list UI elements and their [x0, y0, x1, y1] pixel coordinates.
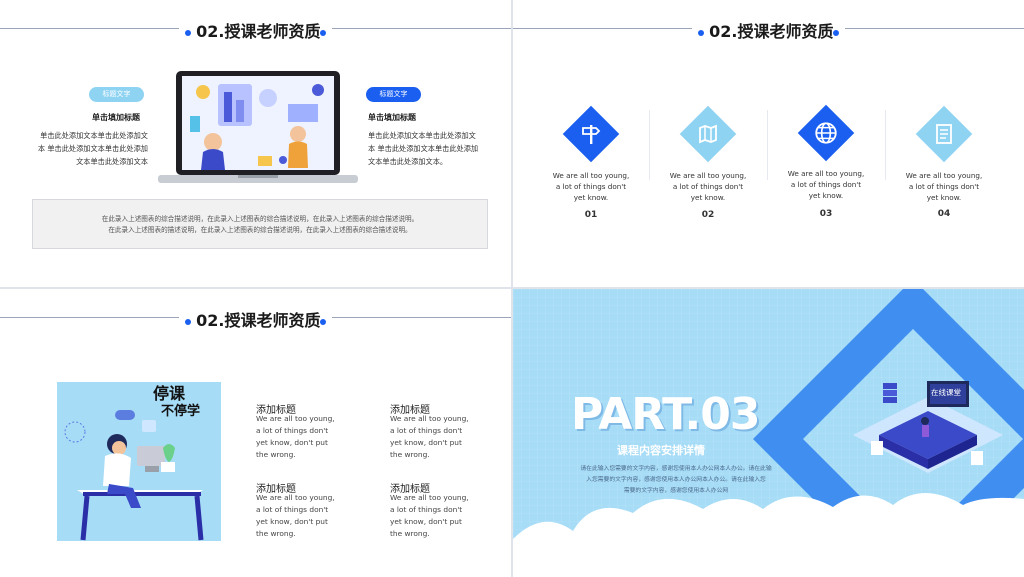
- right-body: 单击此处添加文本单击此处添加文 本 单击此处添加文本单击此处添加 文本单击此处添…: [368, 131, 479, 166]
- bullet-dot: [184, 29, 191, 36]
- feature-3-number: 03: [819, 209, 833, 219]
- caption-box: 在此录入上述图表的综合描述说明，在此录入上述图表的综合描述说明，在此录入上述图表…: [32, 199, 488, 249]
- teacher-illustration: 停课 不停学: [57, 382, 221, 541]
- document-icon: [924, 114, 964, 154]
- feature-1-number: 01: [584, 210, 598, 220]
- divider: [767, 110, 768, 180]
- left-title-pill: 标题文字: [89, 87, 144, 102]
- left-heading: 单击填加标题: [92, 113, 140, 122]
- slide-1[interactable]: 02.授课老师资质 标题文字 单击填加标题 单击此处添加文本单击此处添加文 本 …: [0, 0, 511, 287]
- map-icon: [688, 114, 728, 154]
- slide-2-header: 02.授课老师资质: [513, 18, 1024, 42]
- right-heading: 单击填加标题: [368, 113, 416, 122]
- feature-2-text: We are all too young, a lot of things do…: [669, 171, 747, 202]
- slide-1-header: 02.授课老师资质: [0, 18, 511, 42]
- slide-3-header: 02.授课老师资质: [0, 307, 511, 331]
- feature-3-text: We are all too young, a lot of things do…: [787, 169, 865, 200]
- bullet-dot: [697, 29, 704, 36]
- part-title: PART.03: [571, 389, 760, 440]
- left-body: 单击此处添加文本单击此处添加文 本 单击此处添加文本单击此处添加 文本单击此处添…: [37, 131, 148, 166]
- illustration-lettering: 停课 不停学: [153, 384, 201, 420]
- globe-icon: [806, 113, 846, 153]
- right-title-pill: 标题文字: [366, 87, 421, 102]
- slide-3[interactable]: 02.授课老师资质 停课 不停学 添加标题 We are all too you…: [0, 289, 511, 577]
- block-1-text: We are all too young, a lot of things don…: [256, 414, 335, 459]
- screen-label: 在线课堂: [931, 388, 961, 397]
- online-classroom-illustration: [853, 381, 1003, 473]
- divider: [649, 110, 650, 180]
- slide-grid: 02.授课老师资质 标题文字 单击填加标题 单击此处添加文本单击此处添加文 本 …: [0, 0, 1024, 577]
- divider: [885, 110, 886, 180]
- feature-4-text: We are all too young, a lot of things do…: [905, 171, 983, 202]
- block-4-text: We are all too young, a lot of things don…: [390, 493, 469, 538]
- slide-2-title: 02.授课老师资质: [709, 22, 834, 41]
- bullet-dot: [320, 318, 327, 325]
- part-subtitle: 课程内容安排详情: [617, 444, 705, 457]
- part-description: 请在此输入您需要的文字内容，感谢您使用本人办公网本人办公。请在此输 入您需要的文…: [580, 466, 772, 494]
- feature-1-text: We are all too young, a lot of things do…: [552, 171, 630, 202]
- caption-text: 在此录入上述图表的综合描述说明，在此录入上述图表的综合描述说明，在此录入上述图表…: [101, 215, 419, 234]
- slide-2[interactable]: 02.授课老师资质 We are all too young, a lot of…: [513, 0, 1024, 287]
- bullet-dot: [184, 318, 191, 325]
- laptop-illustration: [158, 71, 358, 183]
- feature-2-number: 02: [701, 210, 715, 220]
- slide-3-title: 02.授课老师资质: [196, 311, 321, 330]
- bullet-dot: [833, 29, 840, 36]
- bullet-dot: [320, 29, 327, 36]
- block-2-text: We are all too young, a lot of things don…: [390, 414, 469, 459]
- slide-1-title: 02.授课老师资质: [196, 22, 321, 41]
- block-3-text: We are all too young, a lot of things don…: [256, 493, 335, 538]
- feature-4-number: 04: [937, 209, 951, 219]
- signpost-icon: [571, 114, 611, 154]
- slide-4[interactable]: 在线课堂 PART.03 课程内容安排详情 请在此输入您需要的文字内容，感谢您使…: [513, 289, 1024, 577]
